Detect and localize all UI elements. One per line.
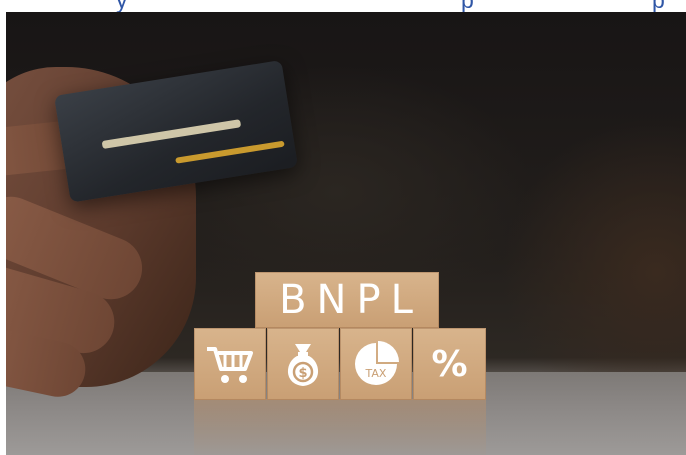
percent-block: % (413, 328, 486, 400)
shopping-cart-icon (205, 343, 255, 385)
money-symbol: $ (298, 366, 307, 381)
bnpl-photo: BNPL $ TAX % (6, 12, 686, 455)
cart-block (194, 328, 266, 400)
header-text-fragment: y p p (0, 0, 686, 12)
header-fragment-3: p (652, 0, 665, 12)
tax-pie-chart-icon: TAX (351, 339, 401, 389)
percent-icon: % (431, 343, 468, 385)
card-stripe (101, 119, 242, 150)
blocks-reflection (194, 399, 486, 455)
card-stripe (175, 140, 285, 164)
header-fragment-1: y (116, 0, 128, 12)
tax-label: TAX (365, 367, 387, 380)
header-strip: y p p (0, 0, 686, 12)
money-bag-icon: $ (281, 340, 325, 388)
bnpl-block: BNPL (255, 272, 439, 328)
money-bag-block: $ (267, 328, 339, 400)
bnpl-label: BNPL (279, 277, 423, 323)
header-fragment-2: p (461, 0, 474, 12)
tax-block: TAX (340, 328, 412, 400)
